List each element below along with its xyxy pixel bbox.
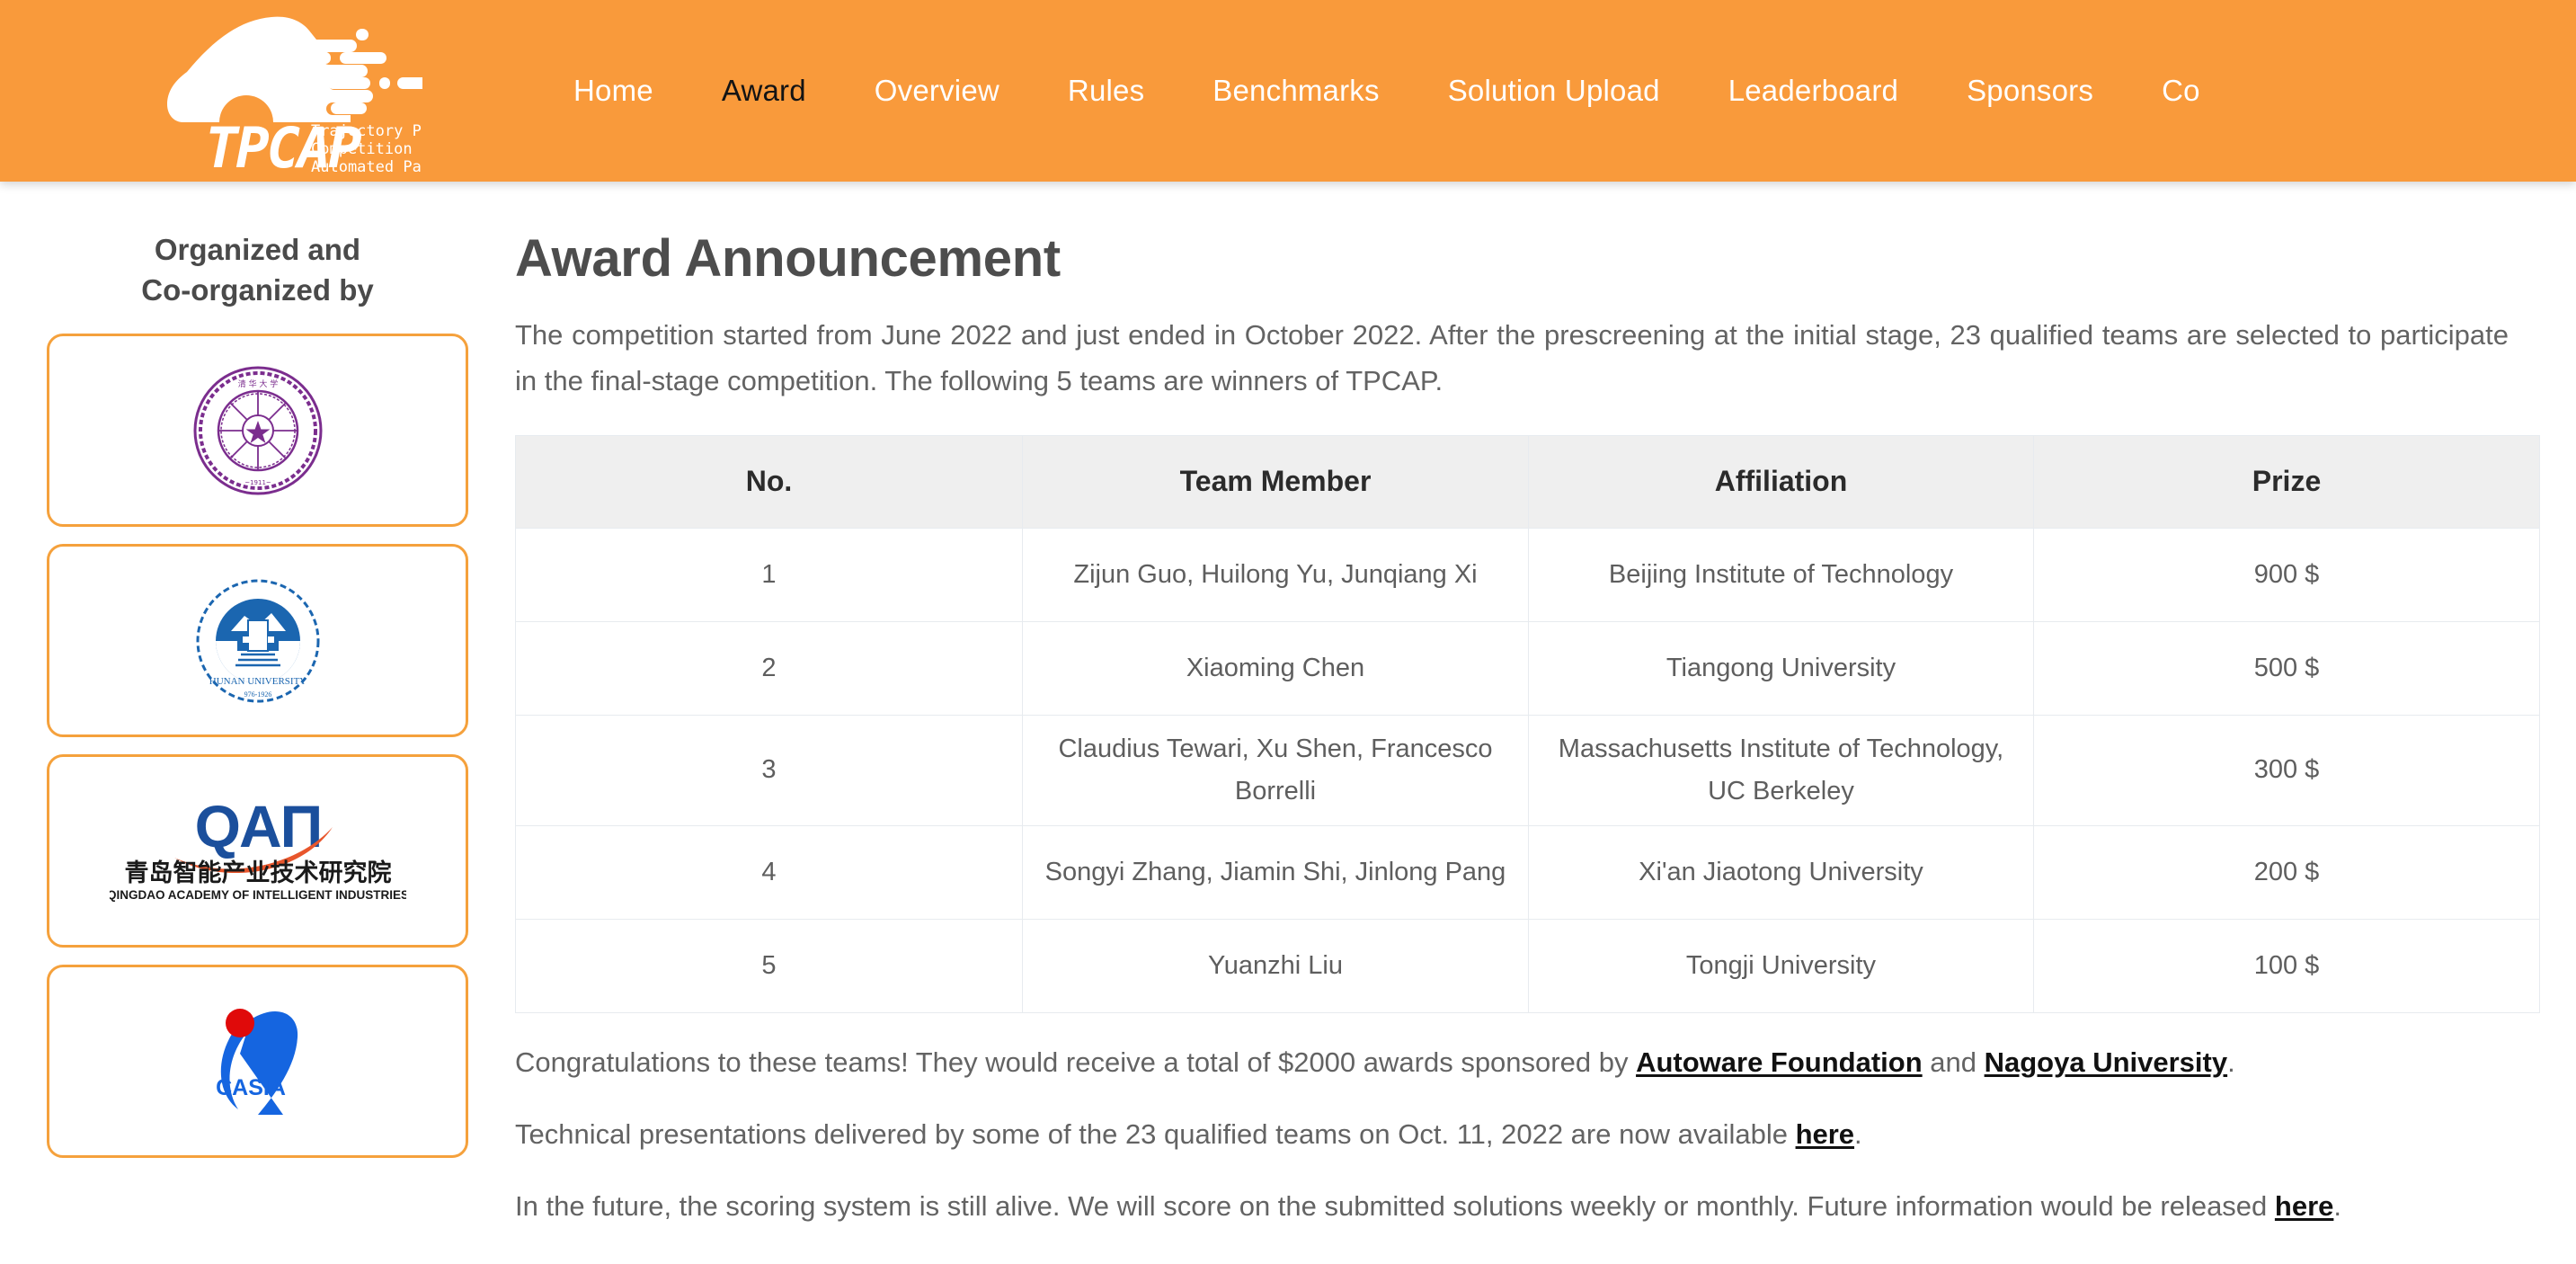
cell-no: 4	[516, 825, 1023, 919]
tsinghua-university-logo: 清 华 大 学 ~1911~	[191, 363, 325, 498]
main-content: Award Announcement The competition start…	[515, 203, 2576, 1257]
cell-affiliation: Massachusetts Institute of Technology, U…	[1529, 715, 2034, 825]
svg-text:976-1926: 976-1926	[244, 690, 271, 699]
site-header: TPCAP Trajectory Planning Competition fo…	[0, 0, 2576, 182]
nav-item-sponsors[interactable]: Sponsors	[1932, 0, 2127, 182]
nav-item-overview[interactable]: Overview	[840, 0, 1034, 182]
future-text-after: .	[2333, 1190, 2341, 1222]
casia-logo: CASIA	[186, 994, 330, 1129]
table-row: 4 Songyi Zhang, Jiamin Shi, Jinlong Pang…	[516, 825, 2540, 919]
speeding-car-icon: TPCAP Trajectory Planning Competition fo…	[126, 7, 422, 174]
cell-member: Yuanzhi Liu	[1023, 919, 1529, 1012]
table-row: 5 Yuanzhi Liu Tongji University 100 $	[516, 919, 2540, 1012]
future-scoring-paragraph: In the future, the scoring system is sti…	[515, 1184, 2509, 1229]
column-header-prize: Prize	[2034, 435, 2540, 528]
main-navigation: Home Award Overview Rules Benchmarks Sol…	[539, 0, 2576, 182]
cell-member: Xiaoming Chen	[1023, 621, 1529, 715]
congratulations-paragraph: Congratulations to these teams! They wou…	[515, 1040, 2509, 1085]
tech-text-after: .	[1854, 1118, 1862, 1150]
link-nagoya-university[interactable]: Nagoya University	[1985, 1046, 2228, 1078]
svg-text:HUNAN UNIVERSITY: HUNAN UNIVERSITY	[209, 676, 306, 687]
cell-affiliation: Tongji University	[1529, 919, 2034, 1012]
nav-item-rules[interactable]: Rules	[1034, 0, 1178, 182]
congrats-text-before: Congratulations to these teams! They wou…	[515, 1046, 1636, 1078]
logo-tagline-1: Trajectory Planning	[311, 122, 422, 140]
nav-item-benchmarks[interactable]: Benchmarks	[1178, 0, 1413, 182]
cell-no: 2	[516, 621, 1023, 715]
cell-prize: 100 $	[2034, 919, 2540, 1012]
table-header-row: No. Team Member Affiliation Prize	[516, 435, 2540, 528]
link-technical-presentations-here[interactable]: here	[1796, 1118, 1854, 1150]
svg-text:QAΠ: QAΠ	[194, 793, 321, 859]
nav-item-home[interactable]: Home	[539, 0, 688, 182]
qaii-logo: QAΠ 青岛智能产业技术研究院 QINGDAO ACADEMY OF INTEL…	[110, 784, 406, 919]
svg-text:清 华 大 学: 清 华 大 学	[237, 378, 278, 389]
table-row: 1 Zijun Guo, Huilong Yu, Junqiang Xi Bei…	[516, 528, 2540, 621]
congrats-text-middle: and	[1923, 1046, 1985, 1078]
cell-prize: 200 $	[2034, 825, 2540, 919]
nav-item-contact[interactable]: Co	[2127, 0, 2234, 182]
logo-tagline-3: Automated Parking	[311, 158, 422, 174]
cell-no: 3	[516, 715, 1023, 825]
site-logo[interactable]: TPCAP Trajectory Planning Competition fo…	[0, 0, 539, 182]
future-text-before: In the future, the scoring system is sti…	[515, 1190, 2275, 1222]
congrats-text-after: .	[2227, 1046, 2235, 1078]
cell-member: Songyi Zhang, Jiamin Shi, Jinlong Pang	[1023, 825, 1529, 919]
column-header-team-member: Team Member	[1023, 435, 1529, 528]
cell-affiliation: Tiangong University	[1529, 621, 2034, 715]
page-body: Organized and Co-organized by 清 华 大 学 ~	[0, 182, 2576, 1257]
qaii-label-cn: 青岛智能产业技术研究院	[124, 859, 391, 887]
technical-presentations-paragraph: Technical presentations delivered by som…	[515, 1112, 2509, 1157]
cell-member: Zijun Guo, Huilong Yu, Junqiang Xi	[1023, 528, 1529, 621]
cell-prize: 300 $	[2034, 715, 2540, 825]
sidebar: Organized and Co-organized by 清 华 大 学 ~	[0, 203, 515, 1257]
qaii-label-en: QINGDAO ACADEMY OF INTELLIGENT INDUSTRIE…	[110, 888, 406, 902]
table-row: 3 Claudius Tewari, Xu Shen, Francesco Bo…	[516, 715, 2540, 825]
sidebar-logo-hunan[interactable]: HUNAN UNIVERSITY 976-1926	[47, 544, 468, 737]
cell-no: 5	[516, 919, 1023, 1012]
award-winners-table: No. Team Member Affiliation Prize 1 Ziju…	[515, 435, 2540, 1013]
column-header-affiliation: Affiliation	[1529, 435, 2034, 528]
hunan-university-logo: HUNAN UNIVERSITY 976-1926	[191, 574, 325, 708]
sidebar-logo-tsinghua[interactable]: 清 华 大 学 ~1911~	[47, 334, 468, 527]
link-future-information-here[interactable]: here	[2275, 1190, 2333, 1222]
cell-affiliation: Xi'an Jiaotong University	[1529, 825, 2034, 919]
sidebar-logo-casia[interactable]: CASIA	[47, 965, 468, 1158]
cell-prize: 900 $	[2034, 528, 2540, 621]
nav-item-award[interactable]: Award	[688, 0, 840, 182]
cell-prize: 500 $	[2034, 621, 2540, 715]
sidebar-title-line2: Co-organized by	[141, 273, 374, 307]
sidebar-logo-qaii[interactable]: QAΠ 青岛智能产业技术研究院 QINGDAO ACADEMY OF INTEL…	[47, 754, 468, 948]
nav-item-solution-upload[interactable]: Solution Upload	[1414, 0, 1694, 182]
link-autoware-foundation[interactable]: Autoware Foundation	[1636, 1046, 1923, 1078]
tech-text-before: Technical presentations delivered by som…	[515, 1118, 1796, 1150]
casia-label: CASIA	[216, 1075, 286, 1100]
page-title: Award Announcement	[515, 228, 2509, 289]
logo-tagline-2: Competition for	[311, 140, 422, 158]
table-row: 2 Xiaoming Chen Tiangong University 500 …	[516, 621, 2540, 715]
intro-paragraph: The competition started from June 2022 a…	[515, 312, 2509, 405]
svg-text:~1911~: ~1911~	[244, 479, 271, 486]
nav-item-leaderboard[interactable]: Leaderboard	[1694, 0, 1932, 182]
cell-member: Claudius Tewari, Xu Shen, Francesco Borr…	[1023, 715, 1529, 825]
cell-no: 1	[516, 528, 1023, 621]
column-header-no: No.	[516, 435, 1023, 528]
sidebar-title-line1: Organized and	[155, 233, 360, 266]
sidebar-title: Organized and Co-organized by	[47, 230, 468, 310]
cell-affiliation: Beijing Institute of Technology	[1529, 528, 2034, 621]
